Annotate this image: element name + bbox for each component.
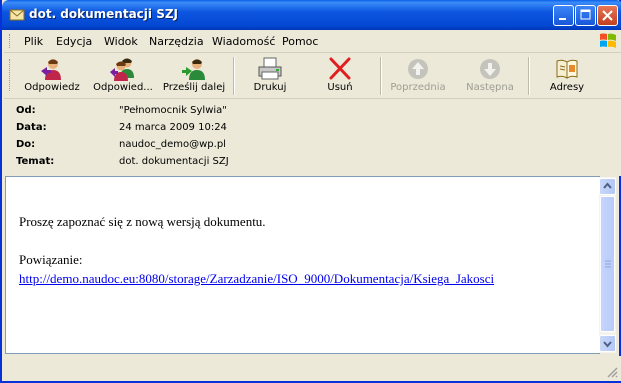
toolbar-separator: [528, 57, 530, 95]
reply-all-button[interactable]: Odpowied...: [87, 55, 159, 96]
reply-all-people-icon: [110, 58, 134, 81]
toolbar-grip[interactable]: [9, 59, 13, 91]
minimize-icon: [559, 18, 566, 20]
menu-wiadomosc[interactable]: Wiadomość: [212, 35, 275, 48]
message-window: dot. dokumentacji SZJ Plik Edycja Widok …: [0, 0, 621, 383]
next-button[interactable]: Następna: [454, 55, 526, 96]
maximize-button[interactable]: [575, 5, 596, 26]
reply-person-icon: [41, 59, 61, 80]
close-button[interactable]: [597, 5, 618, 26]
print-button[interactable]: Drukuj: [234, 55, 306, 96]
forward-label: Prześlij dalej: [162, 82, 226, 93]
title-bar[interactable]: dot. dokumentacji SZJ: [2, 0, 621, 30]
resize-grip-icon[interactable]: [606, 366, 618, 378]
previous-button[interactable]: Poprzednia: [382, 55, 454, 96]
next-label: Następna: [466, 82, 514, 93]
menu-narzedzia[interactable]: Narzędzia: [149, 35, 204, 48]
vertical-scrollbar[interactable]: [599, 177, 616, 353]
scroll-thumb[interactable]: [600, 196, 615, 332]
red-x-icon: [329, 57, 351, 80]
down-arrow-icon: [480, 59, 500, 79]
to-value: naudoc_demo@wp.pl: [119, 139, 226, 150]
from-value: "Pełnomocnik Sylwia": [119, 105, 227, 116]
delete-button[interactable]: Usuń: [304, 55, 376, 96]
minimize-button[interactable]: [553, 5, 574, 26]
date-label: Data:: [16, 122, 47, 133]
toolbar: Odpowiedz Odpowied... Prześlij dalej Dru…: [4, 53, 621, 99]
to-label: Do:: [16, 139, 36, 150]
menu-widok[interactable]: Widok: [104, 35, 138, 48]
windows-logo-icon: [600, 33, 616, 48]
envelope-icon: [9, 9, 25, 21]
reply-button[interactable]: Odpowiedz: [16, 55, 88, 96]
delete-label: Usuń: [327, 82, 353, 93]
reply-label: Odpowiedz: [24, 82, 80, 93]
subject-label: Temat:: [16, 156, 55, 167]
from-label: Od:: [16, 105, 36, 116]
menu-grip[interactable]: [9, 34, 13, 48]
addresses-button[interactable]: Adresy: [531, 55, 603, 96]
print-label: Drukuj: [253, 82, 287, 93]
menu-bar: Plik Edycja Widok Narzędzia Wiadomość Po…: [4, 30, 621, 53]
menu-plik[interactable]: Plik: [24, 35, 43, 48]
scroll-up-button[interactable]: [599, 178, 616, 195]
menu-pomoc[interactable]: Pomoc: [282, 35, 318, 48]
chevron-up-icon: [603, 182, 612, 189]
up-arrow-icon: [408, 59, 428, 79]
menu-edycja[interactable]: Edycja: [56, 35, 92, 48]
message-header: Od: "Pełnomocnik Sylwia" Data: 24 marca …: [4, 99, 621, 176]
previous-label: Poprzednia: [390, 82, 446, 93]
scroll-down-button[interactable]: [599, 335, 616, 352]
subject-value: dot. dokumentacji SZJ: [119, 156, 229, 167]
reply-all-label: Odpowied...: [93, 82, 153, 93]
address-book-icon: [556, 59, 578, 79]
message-line: Powiązanie:: [19, 252, 83, 267]
chevron-down-icon: [603, 341, 612, 348]
maximize-icon: [580, 9, 591, 20]
document-link[interactable]: http://demo.naudoc.eu:8080/storage/Zarza…: [19, 271, 494, 287]
message-body[interactable]: Proszę zapoznać się z nową wersją dokume…: [5, 176, 600, 354]
date-value: 24 marca 2009 10:24: [119, 122, 227, 133]
printer-icon: [258, 57, 282, 80]
status-bar: [4, 356, 621, 381]
forward-person-icon: [182, 59, 205, 80]
addresses-label: Adresy: [549, 82, 585, 93]
grip-icon: [605, 260, 611, 268]
forward-button[interactable]: Prześlij dalej: [158, 55, 230, 96]
close-icon: [602, 10, 613, 21]
window-title: dot. dokumentacji SZJ: [29, 7, 179, 21]
message-line: Proszę zapoznać się z nową wersją dokume…: [19, 214, 266, 229]
